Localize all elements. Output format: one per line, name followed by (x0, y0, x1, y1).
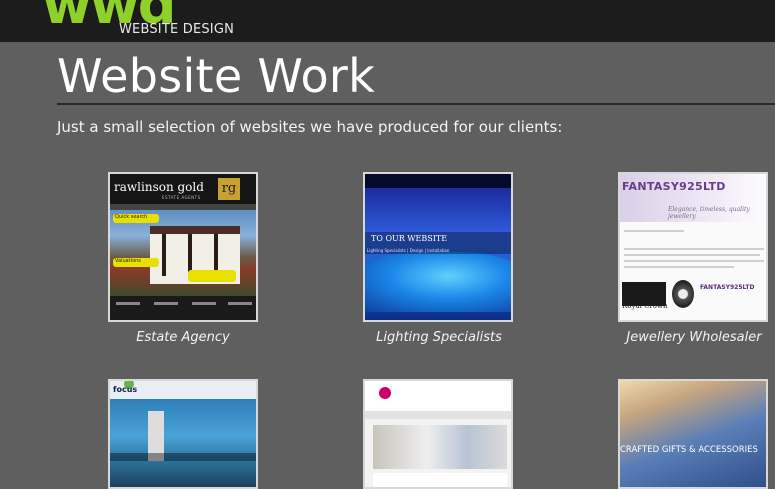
thumb-highlight (188, 270, 236, 282)
thumb-footer-item (154, 302, 178, 305)
thumb-logo-icon (379, 387, 391, 399)
thumb-brand-sub: ESTATE AGENTS (162, 195, 201, 200)
thumb-text-line (624, 266, 734, 268)
thumb-body (373, 473, 507, 487)
thumb-photo (620, 381, 766, 487)
thumb-logo: rg (218, 178, 240, 200)
thumb-crown-label: Royal Crown (622, 302, 668, 310)
thumb-footer (110, 296, 256, 320)
thumb-brand: rawlinson gold (114, 180, 204, 194)
thumb-watch-image (672, 280, 694, 308)
caption-jewellery-wholesaler[interactable]: Jewellery Wholesaler (584, 330, 775, 345)
portfolio-thumb-4[interactable]: focus (108, 379, 258, 489)
portfolio-thumb-5[interactable] (363, 379, 513, 489)
thumb-text-line (624, 248, 764, 250)
thumb-subtitle: Lighting Specialists | Design | Installa… (367, 248, 450, 253)
portfolio-thumb-jewellery-wholesaler[interactable]: FANTASY925LTD Elegance, timeless, qualit… (618, 172, 768, 322)
top-bar: wwd WEBSITE DESIGN (0, 0, 775, 42)
thumb-text-line (624, 230, 684, 232)
portfolio-thumb-lighting-specialists[interactable]: TO OUR WEBSITE Lighting Specialists | De… (363, 172, 513, 322)
thumb-tagline: Elegance, timeless, quality jewellery (668, 206, 750, 220)
caption-lighting-specialists[interactable]: Lighting Specialists (329, 330, 549, 345)
portfolio-thumb-estate-agency[interactable]: rawlinson gold ESTATE AGENTS rg Quick se… (108, 172, 258, 322)
thumb-nav (365, 411, 511, 419)
thumb-footer-item (116, 302, 140, 305)
thumb-brand: focus (113, 385, 138, 394)
thumb-banner (110, 453, 256, 461)
site-logo-subtitle: WEBSITE DESIGN (119, 22, 235, 37)
thumb-quick-search: Quick search (113, 214, 159, 223)
thumb-footer-item (192, 302, 216, 305)
thumb-header (365, 174, 511, 188)
title-divider (57, 103, 775, 105)
thumb-valuations: Valuations (113, 258, 159, 267)
portfolio-thumb-6[interactable]: CRAFTED GIFTS & ACCESSORIES (618, 379, 768, 489)
intro-text: Just a small selection of websites we ha… (57, 118, 563, 136)
thumb-footer-item (228, 302, 252, 305)
thumb-photo (373, 425, 507, 469)
thumb-house-beam (162, 234, 166, 276)
thumb-photo (110, 399, 256, 487)
thumb-brand: FANTASY925LTD (622, 180, 726, 193)
thumb-welcome: TO OUR WEBSITE (371, 234, 448, 243)
caption-estate-agency[interactable]: Estate Agency (73, 330, 293, 345)
thumb-pool-image (365, 252, 511, 312)
thumb-label: CRAFTED GIFTS & ACCESSORIES (620, 445, 758, 455)
thumb-text-line (624, 260, 764, 262)
thumb-brand-secondary: FANTASY925LTD (700, 284, 755, 291)
thumb-text-line (624, 254, 760, 256)
page-title: Website Work (57, 49, 376, 103)
